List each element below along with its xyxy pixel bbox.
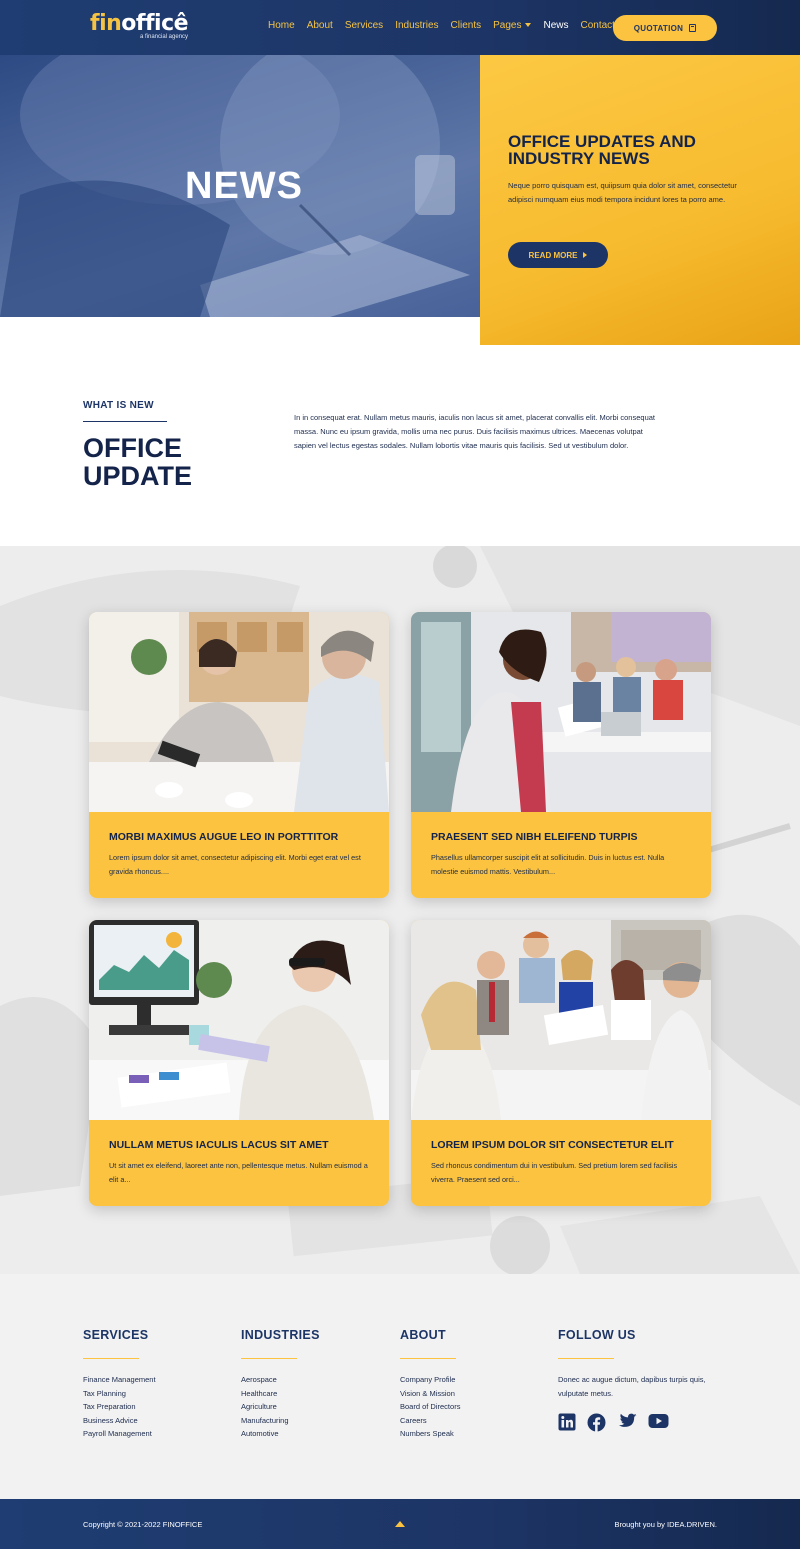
card-image-team xyxy=(411,920,711,1120)
nav-about[interactable]: About xyxy=(307,20,333,31)
footer-link[interactable]: Board of Directors xyxy=(400,1400,460,1414)
section-kicker: WHAT IS NEW xyxy=(83,400,154,411)
news-card-4[interactable]: LOREM IPSUM DOLOR SIT CONSECTETUR ELIT S… xyxy=(411,920,711,1206)
follow-text: Donec ac augue dictum, dapibus turpis qu… xyxy=(558,1375,706,1398)
heading-underline xyxy=(83,1358,139,1359)
nav-pages-label: Pages xyxy=(493,20,522,31)
site-footer: SERVICES Finance Management Tax Planning… xyxy=(0,1274,800,1499)
nav-contact[interactable]: Contact xyxy=(581,20,615,31)
footer-about: ABOUT Company Profile Vision & Mission B… xyxy=(400,1328,460,1441)
footer-heading: ABOUT xyxy=(400,1328,446,1342)
footer-heading: INDUSTRIES xyxy=(241,1328,320,1342)
intro-paragraph: In in consequat erat. Nullam metus mauri… xyxy=(294,413,655,450)
arrow-right-icon xyxy=(583,252,588,258)
hero-card-text: Neque porro quisquam est, quiipsum quia … xyxy=(508,181,737,204)
twitter-icon[interactable] xyxy=(617,1413,637,1430)
footer-link[interactable]: Business Advice xyxy=(83,1414,156,1428)
heading-underline xyxy=(241,1358,297,1359)
copyright-text: Copyright © 2021-2022 FINOFFICE xyxy=(83,1520,203,1529)
quotation-button[interactable]: QUOTATION xyxy=(613,15,717,41)
quotation-label: QUOTATION xyxy=(633,23,684,33)
footer-bottom-bar: Copyright © 2021-2022 FINOFFICE Brought … xyxy=(0,1499,800,1549)
social-links xyxy=(558,1413,708,1432)
kicker-underline xyxy=(83,421,167,422)
scroll-to-top-icon[interactable] xyxy=(395,1521,405,1527)
logo-office: officê xyxy=(121,11,189,36)
calculator-icon xyxy=(689,24,697,32)
hero-card-title: OFFICE UPDATES AND INDUSTRY NEWS xyxy=(508,132,696,168)
card-text: Phasellus ullamcorper suscipit elit at s… xyxy=(431,853,665,876)
section-heading: OFFICE UPDATE xyxy=(83,434,192,490)
main-nav: Home About Services Industries Clients P… xyxy=(268,20,627,31)
news-cards-section: MORBI MAXIMUS AUGUE LEO IN PORTTITOR Lor… xyxy=(0,546,800,1274)
footer-link[interactable]: Vision & Mission xyxy=(400,1387,460,1401)
footer-link[interactable]: Automotive xyxy=(241,1427,320,1441)
footer-industries: INDUSTRIES Aerospace Healthcare Agricult… xyxy=(241,1328,320,1441)
chevron-down-icon xyxy=(525,23,532,28)
site-header: finofficê a financial agency Home About … xyxy=(0,0,800,55)
intro-section: WHAT IS NEW OFFICE UPDATE In in consequa… xyxy=(0,317,800,546)
footer-link[interactable]: Company Profile xyxy=(400,1373,460,1387)
card-image-meeting xyxy=(411,612,711,812)
card-text: Lorem ipsum dolor sit amet, consectetur … xyxy=(109,853,361,876)
news-card-3[interactable]: NULLAM METUS IACULIS LACUS SIT AMET Ut s… xyxy=(89,920,389,1206)
youtube-icon[interactable] xyxy=(648,1413,669,1429)
footer-services: SERVICES Finance Management Tax Planning… xyxy=(83,1328,156,1441)
read-more-label: READ MORE xyxy=(528,250,578,260)
nav-home[interactable]: Home xyxy=(268,20,295,31)
footer-link[interactable]: Payroll Management xyxy=(83,1427,156,1441)
card-text: Ut sit amet ex eleifend, laoreet ante no… xyxy=(109,1161,368,1184)
footer-link[interactable]: Healthcare xyxy=(241,1387,320,1401)
nav-industries[interactable]: Industries xyxy=(395,20,438,31)
logo[interactable]: finofficê a financial agency xyxy=(90,11,189,41)
footer-link[interactable]: Agriculture xyxy=(241,1400,320,1414)
footer-heading: FOLLOW US xyxy=(558,1328,636,1342)
card-text: Sed rhoncus condimentum dui in vestibulu… xyxy=(431,1161,678,1184)
news-card-1[interactable]: MORBI MAXIMUS AUGUE LEO IN PORTTITOR Lor… xyxy=(89,612,389,898)
news-card-2[interactable]: PRAESENT SED NIBH ELEIFEND TURPIS Phasel… xyxy=(411,612,711,898)
nav-clients[interactable]: Clients xyxy=(451,20,482,31)
card-image-consulting xyxy=(89,612,389,812)
card-title: MORBI MAXIMUS AUGUE LEO IN PORTTITOR xyxy=(109,831,339,843)
nav-pages[interactable]: Pages xyxy=(493,20,532,31)
heading-underline xyxy=(400,1358,456,1359)
facebook-icon[interactable] xyxy=(587,1413,606,1432)
card-title: NULLAM METUS IACULIS LACUS SIT AMET xyxy=(109,1139,329,1151)
card-title: PRAESENT SED NIBH ELEIFEND TURPIS xyxy=(431,831,638,843)
credits-text: Brought you by IDEA.DRIVEN. xyxy=(614,1520,717,1529)
nav-services[interactable]: Services xyxy=(345,20,383,31)
footer-link[interactable]: Aerospace xyxy=(241,1373,320,1387)
footer-link[interactable]: Finance Management xyxy=(83,1373,156,1387)
read-more-button[interactable]: READ MORE xyxy=(508,242,608,268)
footer-link[interactable]: Manufacturing xyxy=(241,1414,320,1428)
card-title: LOREM IPSUM DOLOR SIT CONSECTETUR ELIT xyxy=(431,1139,674,1151)
nav-news[interactable]: News xyxy=(543,20,568,31)
footer-link[interactable]: Tax Preparation xyxy=(83,1400,156,1414)
heading-underline xyxy=(558,1358,614,1359)
logo-fin: fin xyxy=(90,11,122,36)
hero-feature-card: OFFICE UPDATES AND INDUSTRY NEWS Neque p… xyxy=(480,55,800,345)
footer-heading: SERVICES xyxy=(83,1328,149,1342)
linkedin-icon[interactable] xyxy=(558,1413,576,1431)
heading-line-1: OFFICE xyxy=(83,433,182,463)
footer-link[interactable]: Tax Planning xyxy=(83,1387,156,1401)
footer-link[interactable]: Numbers Speak xyxy=(400,1427,460,1441)
hero-title: NEWS xyxy=(185,165,303,207)
logo-tagline: a financial agency xyxy=(140,34,189,40)
footer-follow: FOLLOW US Donec ac augue dictum, dapibus… xyxy=(558,1328,708,1432)
footer-link[interactable]: Careers xyxy=(400,1414,460,1428)
card-image-analyst xyxy=(89,920,389,1120)
heading-line-2: UPDATE xyxy=(83,461,193,491)
